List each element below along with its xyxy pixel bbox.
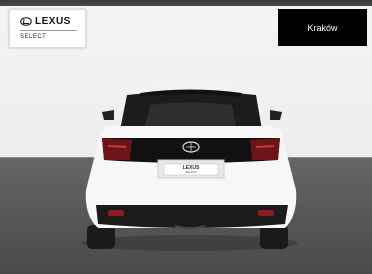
logo-divider (20, 30, 77, 31)
location-badge[interactable]: Kraków (278, 9, 367, 46)
brand-sub-label: SELECT (20, 34, 47, 40)
brand-logo-card[interactable]: LEXUS SELECT (9, 9, 86, 48)
brand-logo: LEXUS (20, 16, 71, 27)
plate-logo: LEXUS SELECT (168, 164, 214, 175)
listing-photo: LEXUS SELECT LEXUS SELECT Kraków (0, 0, 372, 274)
brand-wordmark: LEXUS (35, 16, 71, 27)
lexus-emblem-icon (20, 17, 32, 26)
plate-badge: SELECT (185, 169, 197, 174)
